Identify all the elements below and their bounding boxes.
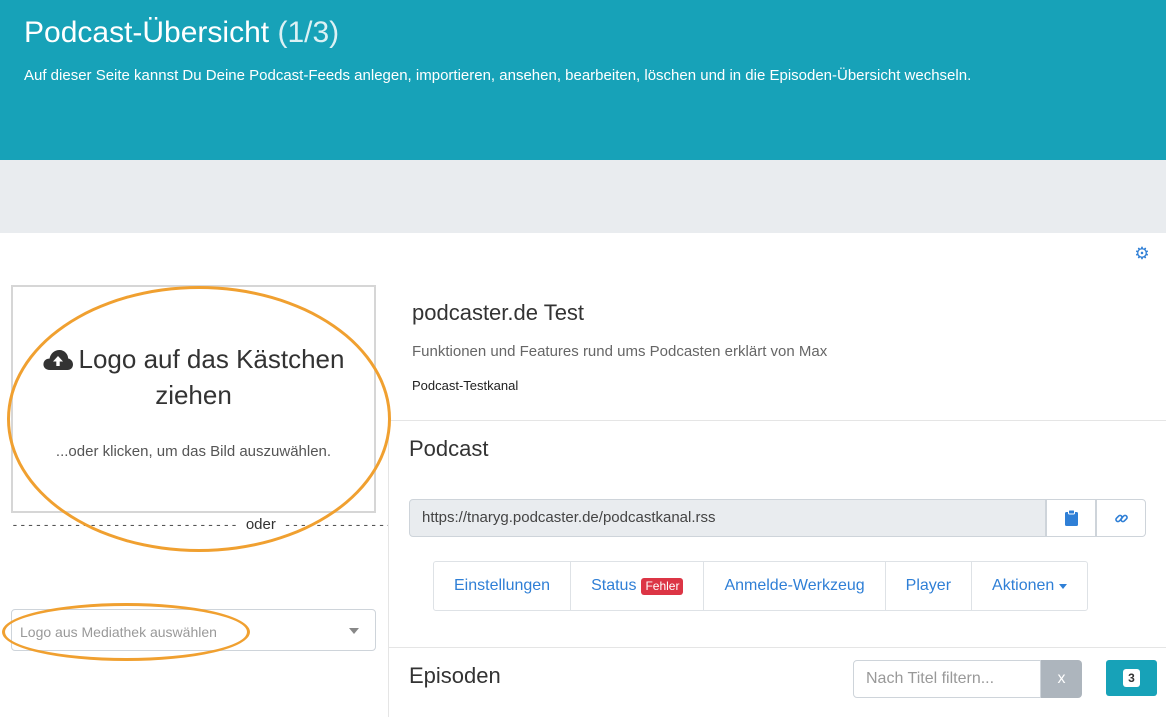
clear-filter-button[interactable]: x: [1041, 660, 1082, 698]
feed-tabs: Einstellungen Status Fehler Anmelde-Werkz…: [433, 561, 1089, 611]
episodes-heading: Episoden: [409, 663, 501, 688]
dropzone-title: Logo auf das Kästchen ziehen: [78, 344, 345, 410]
or-separator: ----------------------------- oder -----…: [11, 516, 388, 533]
episode-count-button[interactable]: 3: [1106, 660, 1157, 696]
tab-aktionen[interactable]: Aktionen: [972, 562, 1087, 610]
tab-player[interactable]: Player: [886, 562, 973, 610]
logo-dropzone[interactable]: Logo auf das Kästchen ziehen ...oder kli…: [11, 285, 376, 513]
tab-label: Status: [591, 577, 637, 594]
page-title-text: Podcast-Übersicht: [24, 16, 270, 49]
gear-icon[interactable]: ⚙: [1133, 245, 1151, 263]
feed-title: podcaster.de Test: [412, 300, 585, 325]
tab-label: Aktionen: [992, 577, 1055, 594]
tab-anmelde-werkzeug[interactable]: Anmelde-Werkzeug: [704, 562, 886, 610]
page-header: Podcast-Übersicht (1/3) Auf dieser Seite…: [0, 0, 1166, 160]
section-divider: [388, 647, 1166, 648]
cloud-upload-icon: [42, 350, 73, 370]
title-filter-input[interactable]: [853, 660, 1041, 698]
status-badge: Fehler: [641, 577, 684, 595]
chevron-down-icon: [349, 628, 359, 634]
tab-label: Einstellungen: [454, 577, 551, 594]
or-separator-word: oder: [245, 516, 276, 533]
feed-url-field[interactable]: https://tnaryg.podcaster.de/podcastkanal…: [409, 499, 1046, 537]
tab-label: Player: [905, 577, 952, 594]
feed-channel: Podcast-Testkanal: [412, 378, 519, 393]
tab-status[interactable]: Status Fehler: [571, 562, 705, 610]
feed-description: Funktionen und Features rund ums Podcast…: [412, 343, 828, 360]
dropzone-title-row: Logo auf das Kästchen ziehen: [13, 341, 374, 413]
column-divider: [388, 420, 389, 717]
open-url-button[interactable]: [1096, 499, 1146, 537]
dropzone-subtitle: ...oder klicken, um das Bild auszuwählen…: [55, 443, 332, 460]
page-count: (1/3): [277, 16, 340, 49]
section-divider: [388, 420, 1166, 421]
header-band: [0, 160, 1166, 233]
link-icon: [1114, 514, 1128, 522]
episode-count-badge: 3: [1123, 669, 1140, 687]
tab-label: Anmelde-Werkzeug: [724, 577, 865, 594]
caret-down-icon: [1059, 583, 1068, 589]
clipboard-icon: [1064, 510, 1078, 526]
copy-url-button[interactable]: [1046, 499, 1096, 537]
media-library-select[interactable]: Logo aus Mediathek auswählen: [11, 609, 376, 651]
media-select-placeholder: Logo aus Mediathek auswählen: [20, 624, 217, 640]
podcast-heading: Podcast: [409, 436, 489, 461]
page-title: Podcast-Übersicht (1/3): [24, 16, 339, 50]
tab-einstellungen[interactable]: Einstellungen: [434, 562, 572, 610]
page-description: Auf dieser Seite kannst Du Deine Podcast…: [24, 67, 972, 84]
